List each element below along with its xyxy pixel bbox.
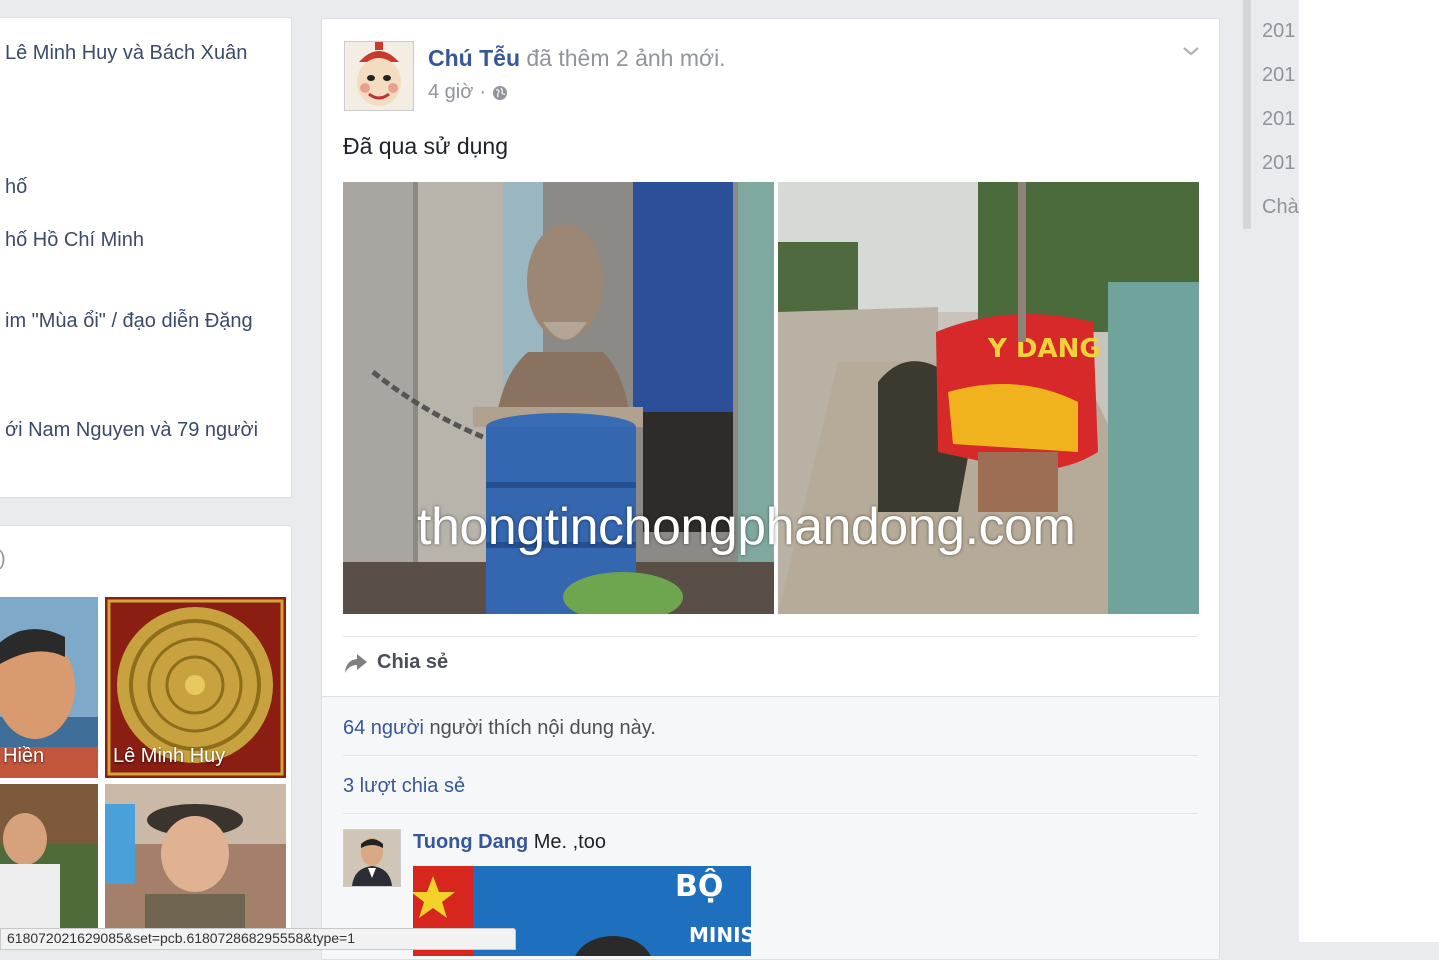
activity-item[interactable]: im "Mùa ổi" / đạo diễn Đặng — [5, 310, 253, 333]
likes-text: người thích nội dung này. — [424, 717, 656, 739]
meta-separator: · — [479, 81, 487, 103]
comment: Tuong Dang Me. ,too — [413, 831, 606, 854]
author-name[interactable]: Chú Tễu — [428, 45, 520, 71]
author-avatar[interactable] — [344, 41, 414, 111]
banner-text: Y DANG — [987, 334, 1101, 364]
friend-thumb[interactable]: Lê Minh Huy — [105, 597, 286, 778]
likes-summary[interactable]: 64 người người thích nội dung này. — [343, 717, 656, 740]
friend-name: Lê Minh Huy — [113, 745, 226, 767]
activity-card: Lê Minh Huy và Bách Xuân hố hố Hồ Chí Mi… — [0, 17, 292, 498]
activity-item[interactable]: ới Nam Nguyen và 79 người — [5, 419, 258, 442]
share-button[interactable]: Chia sẻ — [343, 651, 448, 674]
likes-count[interactable]: 64 người — [343, 717, 424, 739]
post-action: đã thêm 2 ảnh mới. — [526, 45, 726, 71]
page-right-margin — [1299, 0, 1439, 942]
post-text: Đã qua sử dụng — [343, 133, 509, 159]
feedback-section: 64 người người thích nội dung này. 3 lượ… — [322, 696, 1219, 959]
year-link[interactable]: 201 — [1262, 152, 1299, 175]
commenter-name[interactable]: Tuong Dang — [413, 831, 528, 853]
divider — [343, 636, 1198, 637]
year-link[interactable]: 201 — [1262, 108, 1299, 131]
friend-name: Hiền — [3, 745, 45, 767]
post-time[interactable]: 4 giờ — [428, 81, 473, 104]
commenter-photo — [344, 830, 400, 886]
status-bar-url: 618072021629085&set=pcb.618072868295558&… — [0, 928, 516, 950]
friend-thumb[interactable] — [0, 784, 98, 946]
friend-thumb[interactable] — [105, 784, 286, 946]
globe-icon — [493, 85, 508, 100]
activity-item[interactable]: Lê Minh Huy và Bách Xuân — [5, 42, 247, 65]
post-meta: 4 giờ · — [428, 81, 508, 104]
divider — [343, 813, 1198, 814]
comment-text: Me. ,too — [528, 831, 606, 853]
share-arrow-icon — [345, 653, 367, 673]
timeline-year-bar — [1243, 0, 1251, 229]
shares-link[interactable]: 3 lượt chia sẻ — [343, 775, 465, 798]
divider — [343, 755, 1198, 756]
comment-image-text: MINIS — [689, 923, 751, 947]
friends-photos-card: ) Hiền Lê Minh Huy — [0, 525, 292, 947]
commenter-avatar[interactable] — [343, 829, 401, 887]
post-header-line: Chú Tễu đã thêm 2 ảnh mới. — [428, 45, 726, 72]
chevron-down-icon[interactable] — [1181, 41, 1201, 61]
friend-photo — [0, 784, 98, 946]
photos-header: ) — [0, 548, 6, 571]
friend-photo — [105, 784, 286, 946]
year-link[interactable]: Chà — [1262, 196, 1299, 219]
activity-item[interactable]: hố — [5, 176, 27, 199]
post-card: Chú Tễu đã thêm 2 ảnh mới. 4 giờ · Đã qu… — [321, 18, 1220, 960]
year-link[interactable]: 201 — [1262, 20, 1299, 43]
friend-thumb[interactable]: Hiền — [0, 597, 98, 778]
activity-item[interactable]: hố Hồ Chí Minh — [5, 229, 144, 252]
year-link[interactable]: 201 — [1262, 64, 1299, 87]
share-label: Chia sẻ — [377, 651, 449, 673]
comment-image-text: BỘ — [675, 867, 723, 904]
puppet-face-icon — [345, 42, 413, 110]
watermark-text: thongtinchongphandong.com — [417, 498, 1076, 556]
